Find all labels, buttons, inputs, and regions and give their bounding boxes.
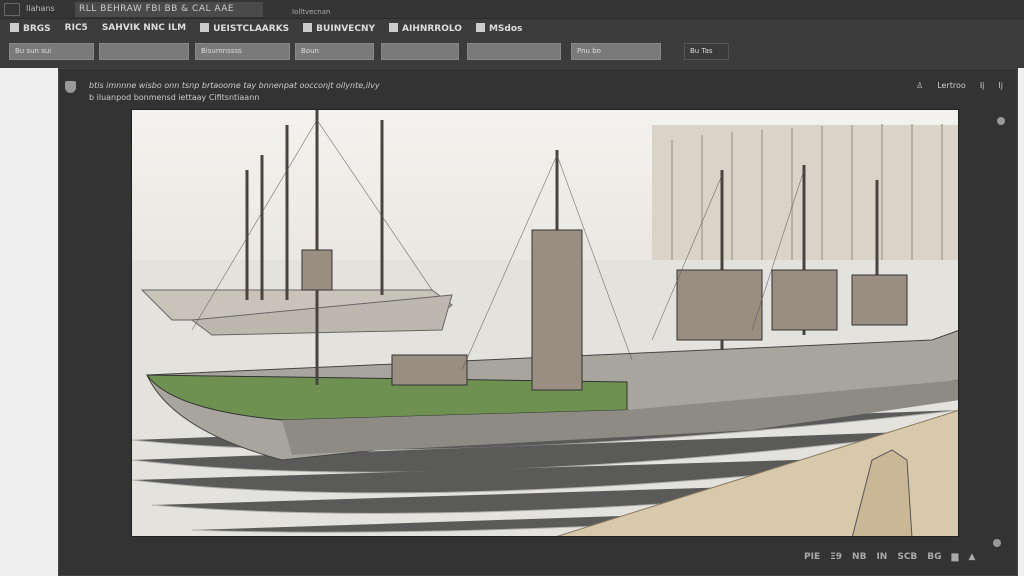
left-margin (0, 68, 58, 576)
scroll-indicator[interactable] (997, 117, 1005, 125)
tab-small[interactable]: Ilahans (26, 4, 55, 13)
menu-icon (475, 23, 485, 32)
panel-tool[interactable]: Lertroo (937, 81, 966, 90)
toolbar-button[interactable] (99, 43, 189, 60)
toolbar-button[interactable]: Pnu bo (571, 43, 661, 60)
toolbar-button[interactable] (381, 43, 459, 60)
bottom-tool[interactable]: PIE (804, 552, 820, 562)
window-icon[interactable] (4, 3, 20, 16)
toolbar-button[interactable] (467, 43, 561, 60)
menu-icon (389, 23, 398, 32)
toolbar-button[interactable]: Bisumnssss (195, 43, 290, 60)
menu-item[interactable]: BUINVECNY (303, 23, 375, 37)
tab-other[interactable]: Iolltvecnan (292, 8, 330, 16)
triangle-icon[interactable]: ▲ (968, 552, 975, 562)
bottom-toolbar: PIE Ξ9 NB IN SCB BG ▆ ▲ (804, 552, 975, 562)
bottom-tool[interactable]: IN (876, 552, 887, 562)
shield-icon (65, 81, 76, 93)
menu-item[interactable]: SAHVIK NNC ILM (102, 23, 186, 37)
panel-tool[interactable]: Ij (998, 81, 1003, 90)
status-indicator (993, 539, 1001, 547)
toolbar-button[interactable]: Bu Tas (684, 43, 729, 60)
person-icon[interactable]: ♙ (916, 81, 923, 90)
menu-icon (303, 23, 313, 32)
bottom-tool[interactable]: NB (852, 552, 866, 562)
bottom-tool[interactable]: BG (927, 552, 941, 562)
menu-icon (200, 23, 210, 32)
panel-caption: btis imnnne wisbo onn tsnp brtaoome tay … (89, 81, 380, 90)
bottom-tool[interactable]: Ξ9 (830, 552, 842, 562)
menu-icon (10, 23, 19, 32)
toolbar-button[interactable]: Bu sun sui (9, 43, 94, 60)
harbor-illustration (131, 109, 959, 537)
toolbar-button[interactable]: Boun (295, 43, 374, 60)
image-panel: btis imnnne wisbo onn tsnp brtaoome tay … (58, 68, 1018, 576)
right-margin (1018, 68, 1024, 576)
title-bar: Ilahans RLL BEHRAW FBI BB & CAL AAE Ioll… (0, 0, 1024, 19)
panel-tools: ♙ Lertroo Ij Ij (916, 81, 1003, 90)
bottom-tool[interactable]: SCB (897, 552, 917, 562)
menu-item[interactable]: AIHNRROLO (389, 23, 462, 37)
menu-item[interactable]: BRGS (10, 23, 51, 37)
menu-item[interactable]: UEISTCLAARKS (200, 23, 289, 37)
menu-item[interactable]: MSdos (475, 23, 522, 37)
menu-bar: BRGS RIC5 SAHVIK NNC ILM UEISTCLAARKS BU… (0, 20, 1024, 40)
panel-tool[interactable]: Ij (980, 81, 985, 90)
tab-active[interactable]: RLL BEHRAW FBI BB & CAL AAE (75, 2, 263, 17)
folder-icon[interactable]: ▆ (952, 552, 959, 562)
panel-subcaption: b iluanpod bonmensd iettaay Cifitsntiaan… (89, 93, 260, 102)
menu-item[interactable]: RIC5 (65, 23, 88, 37)
